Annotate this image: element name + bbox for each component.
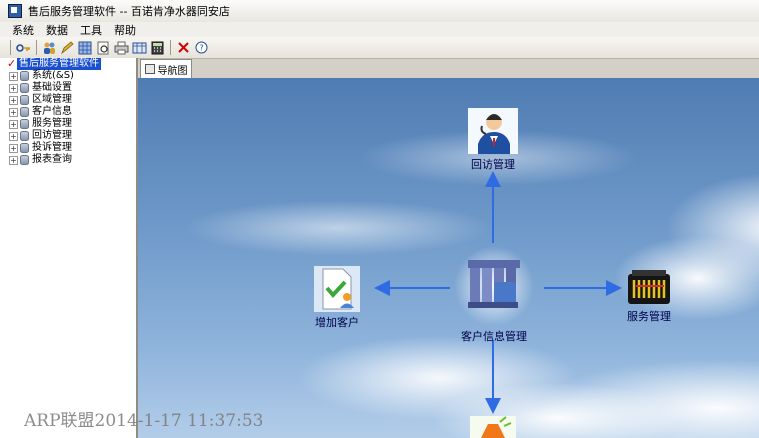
- tab-label: 导航图: [157, 65, 188, 77]
- pencil-icon[interactable]: [60, 40, 75, 55]
- tree-root[interactable]: ✓ 售后服务管理软件: [0, 58, 136, 70]
- table-icon[interactable]: [132, 40, 147, 55]
- nav-label-followup: 回访管理: [471, 158, 515, 171]
- toolkit-icon: [628, 270, 670, 304]
- expand-icon[interactable]: +: [9, 95, 18, 105]
- print-icon[interactable]: [114, 40, 129, 55]
- tree-item-followup[interactable]: + 回访管理: [0, 130, 136, 142]
- watermark: ARP联盟2014-1-17 11:37:53: [24, 411, 264, 431]
- expand-icon[interactable]: +: [9, 143, 18, 153]
- tree-item-label: 报表查询: [32, 154, 72, 165]
- tree-item-region[interactable]: + 区域管理: [0, 94, 136, 106]
- close-icon[interactable]: [176, 40, 191, 55]
- svg-text:?: ?: [199, 44, 203, 53]
- nav-node-service[interactable]: 服务管理: [626, 266, 672, 324]
- toolbar: ?: [0, 37, 759, 59]
- help-icon[interactable]: ?: [194, 40, 209, 55]
- key-icon[interactable]: [16, 40, 31, 55]
- nav-node-followup[interactable]: 回访管理: [468, 108, 518, 172]
- toolbar-separator: [10, 40, 11, 55]
- nav-node-complaint[interactable]: [470, 416, 516, 438]
- menu-tools[interactable]: 工具: [74, 22, 108, 38]
- tree-item-basic-settings[interactable]: + 基础设置: [0, 82, 136, 94]
- toolbar-separator: [36, 40, 37, 55]
- database-icon: [20, 119, 29, 129]
- grid-icon[interactable]: [78, 40, 93, 55]
- calculator-icon[interactable]: [150, 40, 165, 55]
- database-icon: [20, 143, 29, 153]
- navigation-canvas: 回访管理 客户信息管理 增加客户 服务管理: [138, 78, 759, 438]
- expand-icon[interactable]: +: [9, 107, 18, 117]
- tree-item-system[interactable]: + 系统(&S): [0, 70, 136, 82]
- tree-item-complaint[interactable]: + 投诉管理: [0, 142, 136, 154]
- menu-data[interactable]: 数据: [40, 22, 74, 38]
- people-icon[interactable]: [42, 40, 57, 55]
- app-icon: [8, 4, 22, 18]
- expand-icon[interactable]: +: [9, 155, 18, 165]
- tab-navigation-map[interactable]: 导航图: [140, 59, 192, 78]
- expand-icon[interactable]: +: [9, 119, 18, 129]
- tree-item-reports[interactable]: + 报表查询: [0, 154, 136, 166]
- database-icon: [20, 155, 29, 165]
- tree-item-service[interactable]: + 服务管理: [0, 118, 136, 130]
- tree-item-label: 回访管理: [32, 130, 72, 141]
- tree-item-label: 基础设置: [32, 82, 72, 93]
- call-center-icon: [468, 108, 518, 154]
- toolbar-separator: [170, 40, 171, 55]
- database-icon: [20, 83, 29, 93]
- sidebar-tree: ✓ 售后服务管理软件 + 系统(&S) + 基础设置 + 区域管理 + 客户信息…: [0, 58, 138, 438]
- navigation-arrows: [374, 171, 622, 414]
- menu-help[interactable]: 帮助: [108, 22, 142, 38]
- expand-icon[interactable]: +: [9, 83, 18, 93]
- database-icon: [20, 95, 29, 105]
- add-customer-icon: [314, 266, 360, 312]
- tree-item-label: 区域管理: [32, 94, 72, 105]
- nav-node-add-customer[interactable]: 增加客户: [314, 266, 360, 330]
- expand-icon[interactable]: +: [9, 131, 18, 141]
- window-titlebar: 售后服务管理软件 -- 百诺肯净水器同安店: [0, 0, 759, 23]
- megaphone-icon: [470, 416, 516, 438]
- menu-system[interactable]: 系统: [6, 22, 40, 38]
- menu-bar: 系统 数据 工具 帮助: [0, 22, 759, 37]
- tree-item-label: 客户信息: [32, 106, 72, 117]
- tree-item-label: 服务管理: [32, 118, 72, 129]
- tree-root-label: 售后服务管理软件: [17, 58, 101, 70]
- nav-node-customer-info[interactable]: 客户信息管理: [454, 246, 534, 344]
- window-title: 售后服务管理软件 -- 百诺肯净水器同安店: [28, 5, 230, 18]
- nav-label-customer-info: 客户信息管理: [461, 330, 527, 343]
- database-icon: [20, 131, 29, 141]
- database-icon: [20, 71, 29, 81]
- tree-item-label: 投诉管理: [32, 142, 72, 153]
- nav-label-service: 服务管理: [627, 310, 671, 323]
- check-icon: ✓: [7, 57, 17, 70]
- water-purifier-icon: [454, 246, 534, 326]
- preview-icon[interactable]: [96, 40, 111, 55]
- tree-item-label: 系统(&S): [32, 70, 74, 81]
- nav-label-add-customer: 增加客户: [315, 316, 359, 329]
- database-icon: [20, 107, 29, 117]
- map-icon: [144, 64, 155, 74]
- expand-icon[interactable]: +: [9, 71, 18, 81]
- tree-item-customer[interactable]: + 客户信息: [0, 106, 136, 118]
